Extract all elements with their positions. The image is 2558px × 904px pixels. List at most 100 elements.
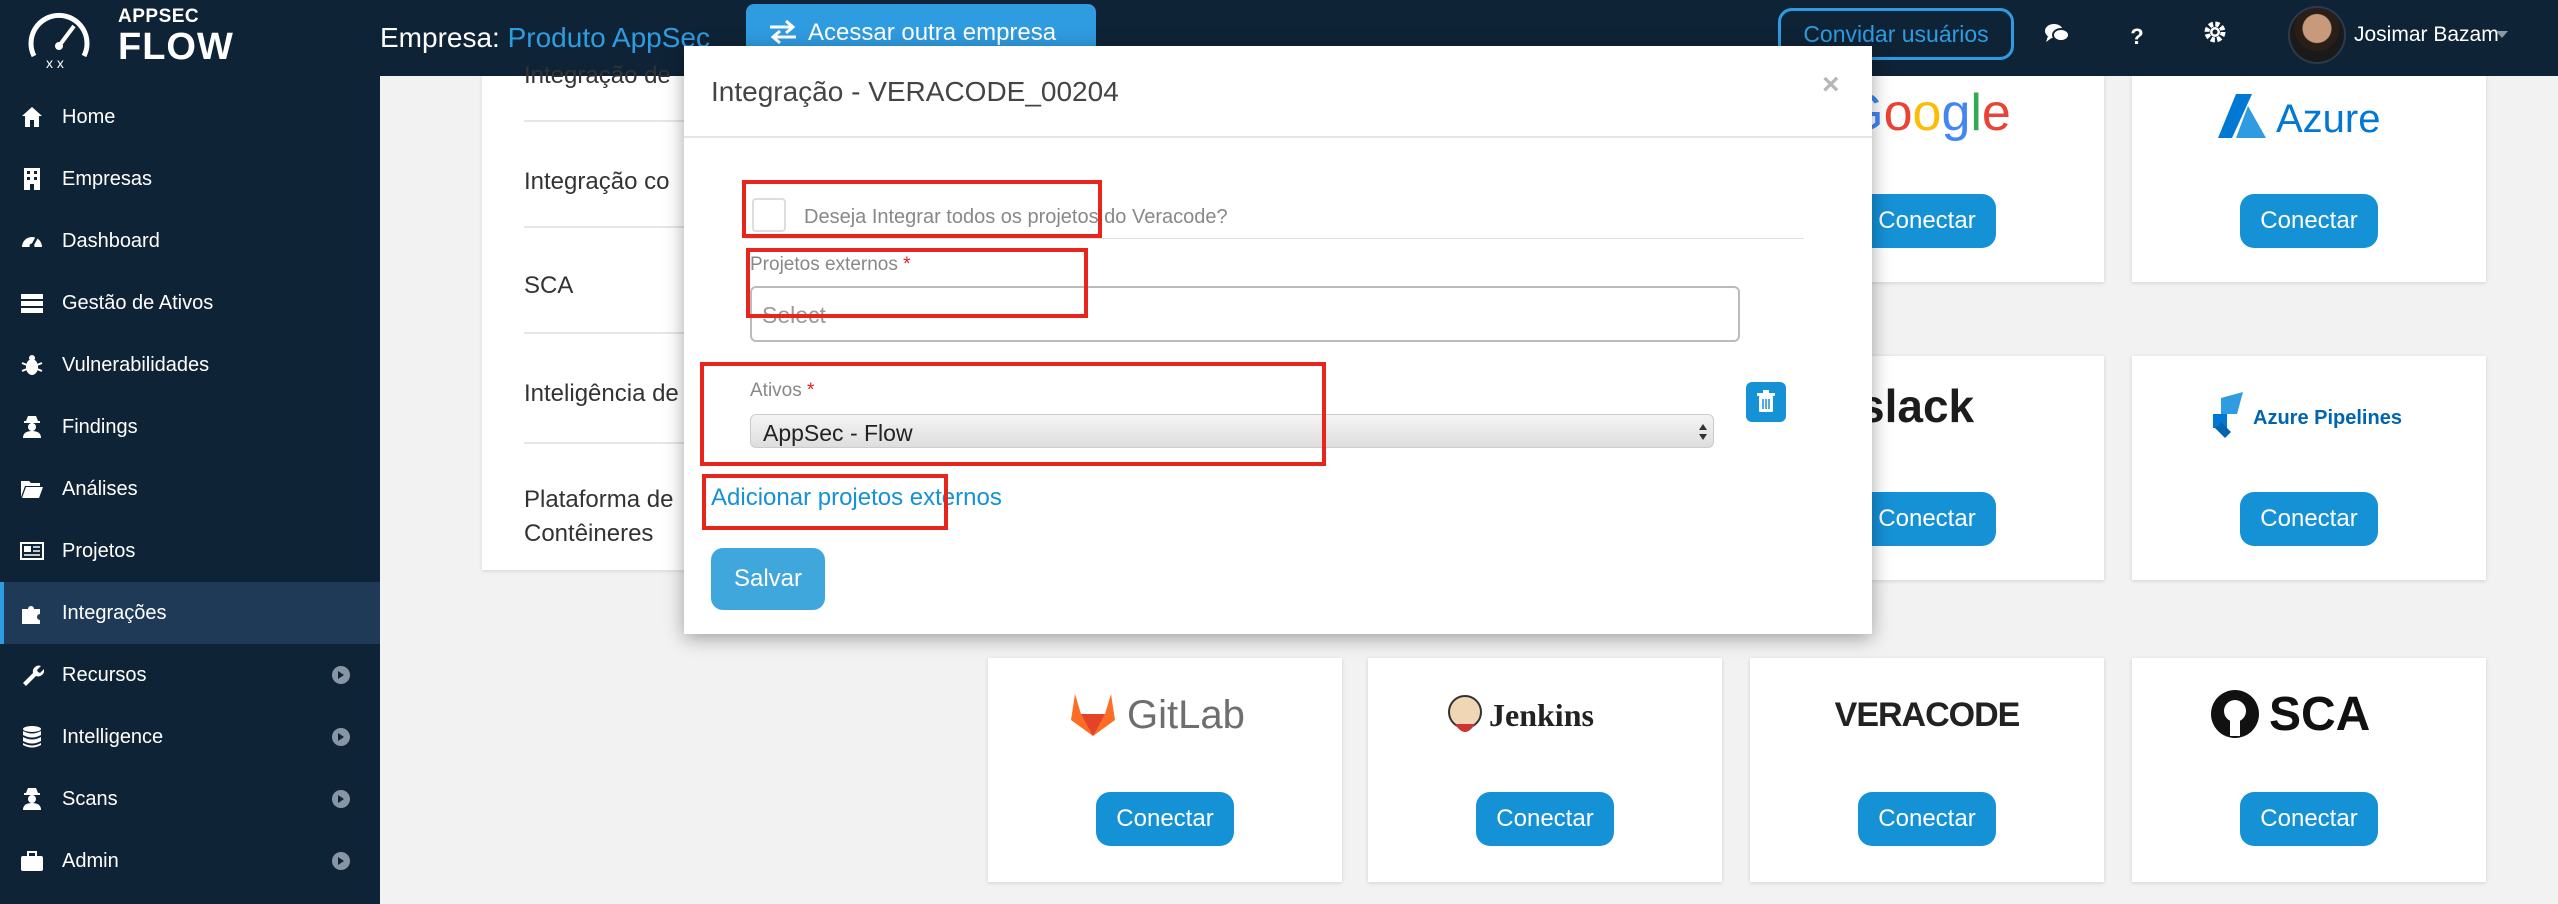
sidebar-item-gestao-ativos[interactable]: Gestão de Ativos [0, 272, 380, 334]
form-divider [746, 238, 1804, 239]
bug-icon [21, 355, 43, 375]
chevron-right-icon[interactable] [332, 790, 350, 808]
sidebar-item-home[interactable]: Home [0, 86, 380, 148]
connect-button[interactable]: Conectar [1858, 194, 1996, 248]
sidebar-item-findings[interactable]: Findings [0, 396, 380, 458]
required-mark: * [903, 254, 911, 275]
chevron-right-icon[interactable] [332, 852, 350, 870]
integration-modal: Integração - VERACODE_00204 × Deseja Int… [684, 46, 1872, 634]
modal-title: Integração - VERACODE_00204 [711, 76, 1119, 107]
integration-card-sca: SCA Conectar [2132, 658, 2486, 882]
external-projects-label-text: Projetos externos [750, 254, 898, 275]
external-projects-placeholder: Select [762, 302, 826, 328]
integrate-all-label: Deseja Integrar todos os projetos do Ver… [804, 206, 1228, 228]
chat-icon[interactable] [2040, 20, 2074, 54]
required-mark: * [807, 380, 815, 401]
building-icon [24, 168, 40, 190]
sidebar-item-empresas[interactable]: Empresas [0, 148, 380, 210]
assets-selected-value: AppSec - Flow [763, 420, 913, 446]
save-button[interactable]: Salvar [711, 548, 825, 610]
svg-text:Jenkins: Jenkins [1489, 697, 1594, 733]
sidebar-item-label: Intelligence [62, 726, 164, 748]
app-logo[interactable]: x x APPSEC FLOW [24, 4, 254, 72]
close-icon[interactable]: × [1822, 68, 1840, 102]
sidebar-item-analises[interactable]: Análises [0, 458, 380, 520]
integration-card-azure-pipelines: Azure Pipelines Conectar [2132, 356, 2486, 580]
modal-divider [684, 136, 1872, 138]
gitlab-logo: GitLab [988, 684, 1342, 749]
briefcase-icon [21, 851, 43, 871]
connect-button[interactable]: Conectar [2240, 792, 2378, 846]
sidebar-item-vulnerabilidades[interactable]: Vulnerabilidades [0, 334, 380, 396]
add-external-projects-link[interactable]: Adicionar projetos externos [711, 484, 1002, 512]
sidebar-item-label: Gestão de Ativos [62, 292, 214, 314]
folder-open-icon [21, 481, 43, 498]
azure-pipelines-logo: Azure Pipelines [2132, 388, 2486, 449]
sidebar-item-label: Análises [62, 478, 138, 500]
integrate-all-checkbox[interactable] [752, 198, 786, 232]
connect-button[interactable]: Conectar [1858, 492, 1996, 546]
newspaper-icon [20, 542, 44, 560]
sidebar-item-projetos[interactable]: Projetos [0, 520, 380, 582]
wrench-icon [23, 665, 44, 686]
company-label: Empresa: [380, 22, 508, 53]
connect-button[interactable]: Conectar [1476, 792, 1614, 846]
connect-button[interactable]: Conectar [1858, 792, 1996, 846]
switch-company-label: Acessar outra empresa [808, 19, 1057, 46]
connect-button[interactable]: Conectar [1096, 792, 1234, 846]
user-secret-icon [23, 416, 41, 438]
sidebar-item-label: Dashboard [62, 230, 160, 252]
chevron-down-icon[interactable] [2496, 31, 2508, 38]
user-secret-icon [23, 788, 41, 810]
chevron-right-icon[interactable] [332, 728, 350, 746]
sidebar-item-label: Admin [62, 850, 119, 872]
sidebar-item-scans[interactable]: Scans [0, 768, 380, 830]
sidebar-item-label: Integrações [62, 602, 167, 624]
sidebar-item-label: Empresas [62, 168, 153, 190]
integration-card-gitlab: GitLab Conectar [988, 658, 1342, 882]
connect-button[interactable]: Conectar [2240, 492, 2378, 546]
gear-icon[interactable] [2198, 20, 2232, 54]
external-projects-select[interactable]: Select [750, 286, 1740, 342]
server-icon [21, 294, 43, 313]
trash-icon [1757, 390, 1775, 412]
external-projects-label: Projetos externos * [750, 254, 911, 276]
puzzle-icon [22, 606, 40, 624]
svg-text:GitLab: GitLab [1127, 693, 1245, 737]
sidebar-item-label: Home [62, 106, 116, 128]
user-avatar[interactable] [2288, 6, 2346, 64]
chevron-right-icon[interactable] [332, 666, 350, 684]
veracode-logo: VERACODE [1750, 688, 2104, 745]
exchange-icon [770, 20, 796, 44]
select-arrows-icon [1699, 424, 1707, 440]
sidebar-item-admin[interactable]: Admin [0, 830, 380, 892]
connect-button[interactable]: Conectar [2240, 194, 2378, 248]
current-company: Empresa: Produto AppSec [380, 22, 710, 54]
azure-logo: Azure [2132, 86, 2486, 151]
sidebar-item-integracoes[interactable]: Integrações [0, 582, 380, 644]
sidebar-item-label: Scans [62, 788, 118, 810]
home-icon [22, 107, 42, 127]
assets-select[interactable]: AppSec - Flow [750, 414, 1714, 448]
svg-text:SCA: SCA [2269, 688, 2370, 741]
dashboard-icon [22, 236, 42, 249]
assets-label-text: Ativos [750, 380, 802, 401]
logo-text-top: APPSEC [118, 6, 200, 27]
jenkins-logo: Jenkins [1368, 684, 1722, 749]
svg-text:slack: slack [1859, 380, 1975, 432]
sidebar-item-label: Vulnerabilidades [62, 354, 210, 376]
integration-card-veracode: VERACODE Conectar [1750, 658, 2104, 882]
integration-card-azure: Azure Conectar [2132, 76, 2486, 282]
sidebar-item-label: Recursos [62, 664, 147, 686]
company-name[interactable]: Produto AppSec [508, 22, 710, 53]
help-icon[interactable]: ? [2120, 20, 2154, 54]
delete-asset-button[interactable] [1746, 382, 1786, 422]
sidebar-item-intelligence[interactable]: Intelligence [0, 706, 380, 768]
sidebar-item-dashboard[interactable]: Dashboard [0, 210, 380, 272]
sidebar: Home Empresas Dashboard Gestão de Ativos… [0, 76, 380, 904]
integration-card-jenkins: Jenkins Conectar [1368, 658, 1722, 882]
user-name[interactable]: Josimar Bazam [2354, 23, 2499, 47]
sidebar-item-label: Projetos [62, 540, 136, 562]
assets-label: Ativos * [750, 380, 814, 402]
sidebar-item-recursos[interactable]: Recursos [0, 644, 380, 706]
